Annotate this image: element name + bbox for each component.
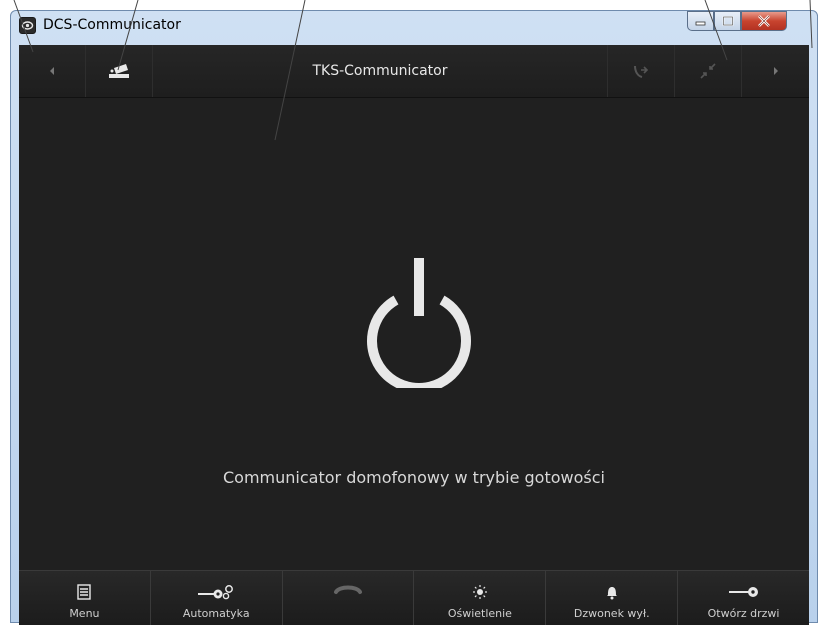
close-button[interactable] [741, 11, 787, 31]
doorbell-button[interactable]: Dzwonek wył. [546, 571, 679, 625]
bell-icon [606, 587, 617, 600]
status-text: Communicator domofonowy w trybie gotowoś… [223, 468, 605, 487]
automatyka-button[interactable]: Automatyka [151, 571, 283, 625]
close-icon [758, 15, 770, 27]
app-window: DCS-Communicator TKS-Communicator Commun… [10, 10, 818, 625]
open-door-label: Otwórz drzwi [707, 607, 780, 620]
hang-up-icon [334, 585, 363, 594]
minimize-icon [695, 21, 705, 26]
key-gear-icon [198, 585, 234, 600]
minimize-view-button[interactable] [675, 45, 742, 97]
maximize-icon [722, 16, 733, 26]
window-title: DCS-Communicator [43, 17, 181, 33]
forward-button[interactable] [742, 45, 809, 97]
open-door-button[interactable]: Otwórz drzwi [678, 571, 809, 625]
back-button[interactable] [19, 45, 86, 97]
menu-icon [77, 584, 92, 600]
camera-button[interactable] [86, 45, 153, 97]
doorbell-label: Dzwonek wył. [573, 607, 650, 620]
automatyka-label: Automatyka [182, 607, 250, 620]
menu-button[interactable]: Menu [19, 571, 151, 625]
camera-icon [109, 64, 129, 78]
window-controls [687, 11, 787, 31]
key-icon [728, 587, 758, 597]
lighting-button[interactable]: Oświetlenie [414, 571, 547, 625]
title-bar[interactable]: DCS-Communicator [11, 11, 817, 45]
bottom-bar: Menu Automatyka Oświetlenie Dzwonek wył.… [19, 570, 809, 625]
client-area: TKS-Communicator Communicator domofonowy… [19, 45, 809, 625]
back-arrow-icon [50, 67, 54, 75]
maximize-button[interactable] [714, 11, 741, 31]
lighting-label: Oświetlenie [447, 607, 512, 620]
app-icon[interactable] [19, 17, 36, 34]
toolbar-title: TKS-Communicator [153, 45, 608, 97]
main-panel: Communicator domofonowy w trybie gotowoś… [19, 98, 809, 570]
power-icon[interactable] [364, 248, 474, 388]
light-icon [472, 585, 487, 599]
call-transfer-button[interactable] [608, 45, 675, 97]
menu-label: Menu [69, 607, 100, 620]
hang-up-button[interactable] [283, 571, 415, 625]
minimize-button[interactable] [687, 11, 714, 31]
top-toolbar: TKS-Communicator [19, 45, 809, 98]
forward-arrow-icon [773, 67, 778, 75]
minimize-view-icon [700, 63, 716, 79]
call-transfer-icon [634, 65, 649, 78]
